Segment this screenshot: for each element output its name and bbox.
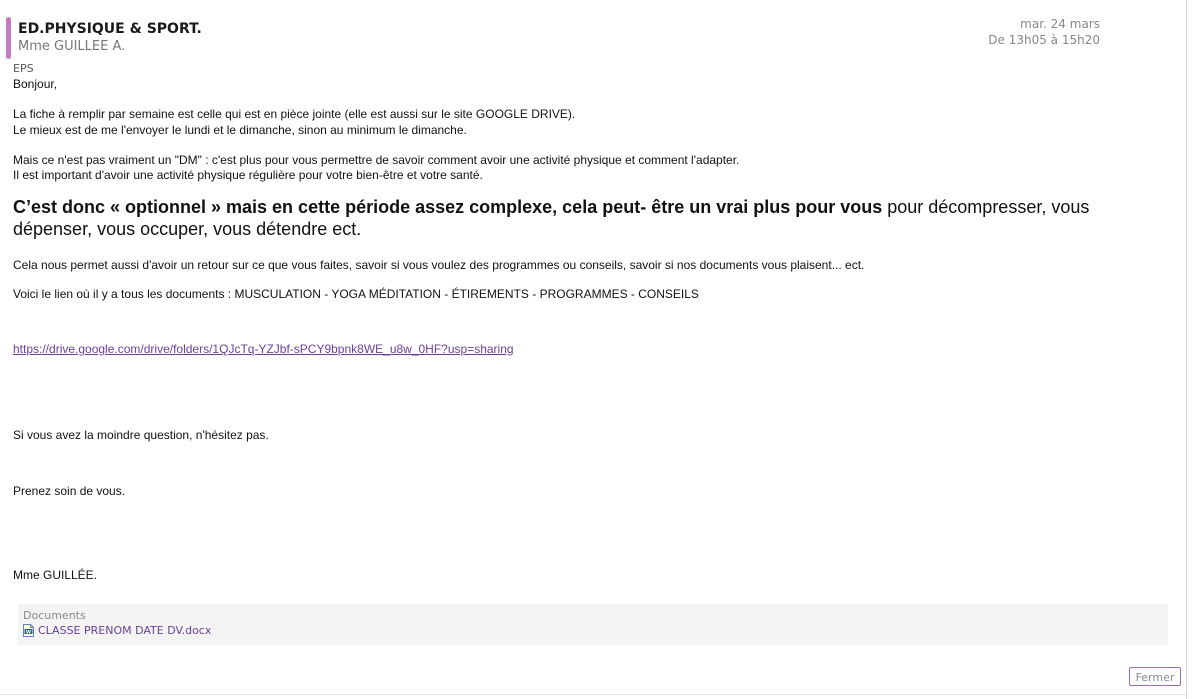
paragraph-4: Voici le lien où il y a tous les documen… — [13, 287, 699, 301]
lesson-time: De 13h05 à 15h20 — [988, 33, 1100, 47]
paragraph-1-line-1: La fiche à remplir par semaine est celle… — [13, 107, 576, 121]
documents-title: Documents — [23, 609, 86, 622]
background-window-edge — [1186, 0, 1198, 699]
take-care-text: Prenez soin de vous. — [13, 484, 126, 498]
paragraph-2-line-2: Il est important d'avoir une activité ph… — [13, 168, 483, 182]
paragraph-3: Cela nous permet aussi d'avoir un retour… — [13, 258, 865, 272]
signature-text: Mme GUILLÉE. — [13, 568, 98, 582]
document-attachment[interactable]: W CLASSE PRENOM DATE DV.docx — [23, 624, 211, 637]
greeting-text: Bonjour, — [13, 77, 58, 91]
paragraph-2-line-1: Mais ce n'est pas vraiment un "DM" : c'e… — [13, 153, 740, 167]
emphasis-bold-text: C’est donc « optionnel » mais en cette p… — [13, 197, 883, 217]
subject-color-bar — [6, 17, 11, 59]
question-text: Si vous avez la moindre question, n'hési… — [13, 428, 269, 442]
teacher-name: Mme GUILLEE A. — [18, 39, 126, 54]
close-button[interactable]: Fermer — [1129, 667, 1181, 686]
document-name: CLASSE PRENOM DATE DV.docx — [38, 624, 212, 637]
word-doc-icon: W — [23, 624, 34, 637]
emphasis-paragraph: C’est donc « optionnel » mais en cette p… — [13, 196, 1113, 240]
message-category: EPS — [13, 62, 34, 75]
documents-section: Documents W CLASSE PRENOM DATE DV.docx — [18, 604, 1168, 645]
lesson-date: mar. 24 mars — [1020, 17, 1100, 31]
bottom-divider — [0, 694, 1186, 695]
subject-title: ED.PHYSIQUE & SPORT. — [18, 21, 202, 37]
google-drive-link[interactable]: https://drive.google.com/drive/folders/1… — [13, 342, 514, 356]
svg-text:W: W — [26, 629, 31, 635]
message-panel: ED.PHYSIQUE & SPORT. Mme GUILLEE A. mar.… — [0, 0, 1186, 699]
paragraph-1-line-2: Le mieux est de me l'envoyer le lundi et… — [13, 123, 467, 137]
